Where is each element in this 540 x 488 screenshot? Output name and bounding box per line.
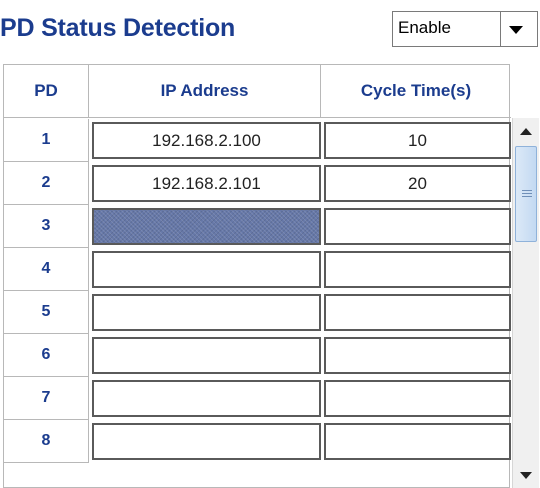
grip-line [522,190,532,191]
vertical-scrollbar[interactable] [512,118,539,488]
pd-number: 8 [4,420,89,463]
pd-table: PD IP Address Cycle Time(s) 1 192.168.2.… [3,64,511,488]
scroll-down-button[interactable] [513,462,539,488]
cycle-time-field[interactable]: 10 [324,122,511,159]
page-title: PD Status Detection [0,14,236,42]
ip-address-field[interactable] [92,423,321,460]
table-row: 8 [4,420,511,463]
cycle-time-field[interactable] [324,208,511,245]
ip-address-field[interactable] [92,380,321,417]
table-row: 6 [4,334,511,377]
table-row: 7 [4,377,511,420]
header-pd: PD [4,65,89,118]
ip-address-field[interactable]: 192.168.2.101 [92,165,321,202]
pd-number: 1 [4,119,89,162]
status-select[interactable]: Enable [392,11,538,47]
pd-number: 3 [4,205,89,248]
scroll-up-icon [520,127,532,135]
cycle-time-field[interactable] [324,294,511,331]
cycle-time-field[interactable] [324,337,511,374]
ip-address-field[interactable] [92,294,321,331]
cycle-time-field[interactable]: 20 [324,165,511,202]
header-ip-address: IP Address [89,65,321,118]
grip-line [522,196,532,197]
table-row: 1 192.168.2.100 10 [4,119,511,162]
table-row: 5 [4,291,511,334]
scroll-up-button[interactable] [513,118,539,144]
ip-address-field[interactable] [92,251,321,288]
pd-number: 2 [4,162,89,205]
pd-number: 5 [4,291,89,334]
cycle-time-field[interactable] [324,251,511,288]
table-row: 2 192.168.2.101 20 [4,162,511,205]
table-row: 3 [4,205,511,248]
ip-address-field[interactable] [92,337,321,374]
ip-address-field[interactable]: 192.168.2.100 [92,122,321,159]
scrollbar-thumb[interactable] [515,146,537,242]
cycle-time-field[interactable] [324,380,511,417]
ip-address-field[interactable] [92,208,321,245]
chevron-down-icon[interactable] [509,26,523,34]
select-divider [500,12,501,46]
header-cycle-time: Cycle Time(s) [321,65,511,118]
pd-number: 4 [4,248,89,291]
table-header-row: PD IP Address Cycle Time(s) [4,65,511,119]
table-row: 4 [4,248,511,291]
pd-number: 6 [4,334,89,377]
status-select-value: Enable [398,18,451,37]
scroll-down-icon [520,471,532,479]
grip-line [522,193,532,194]
pd-number: 7 [4,377,89,420]
cycle-time-field[interactable] [324,423,511,460]
